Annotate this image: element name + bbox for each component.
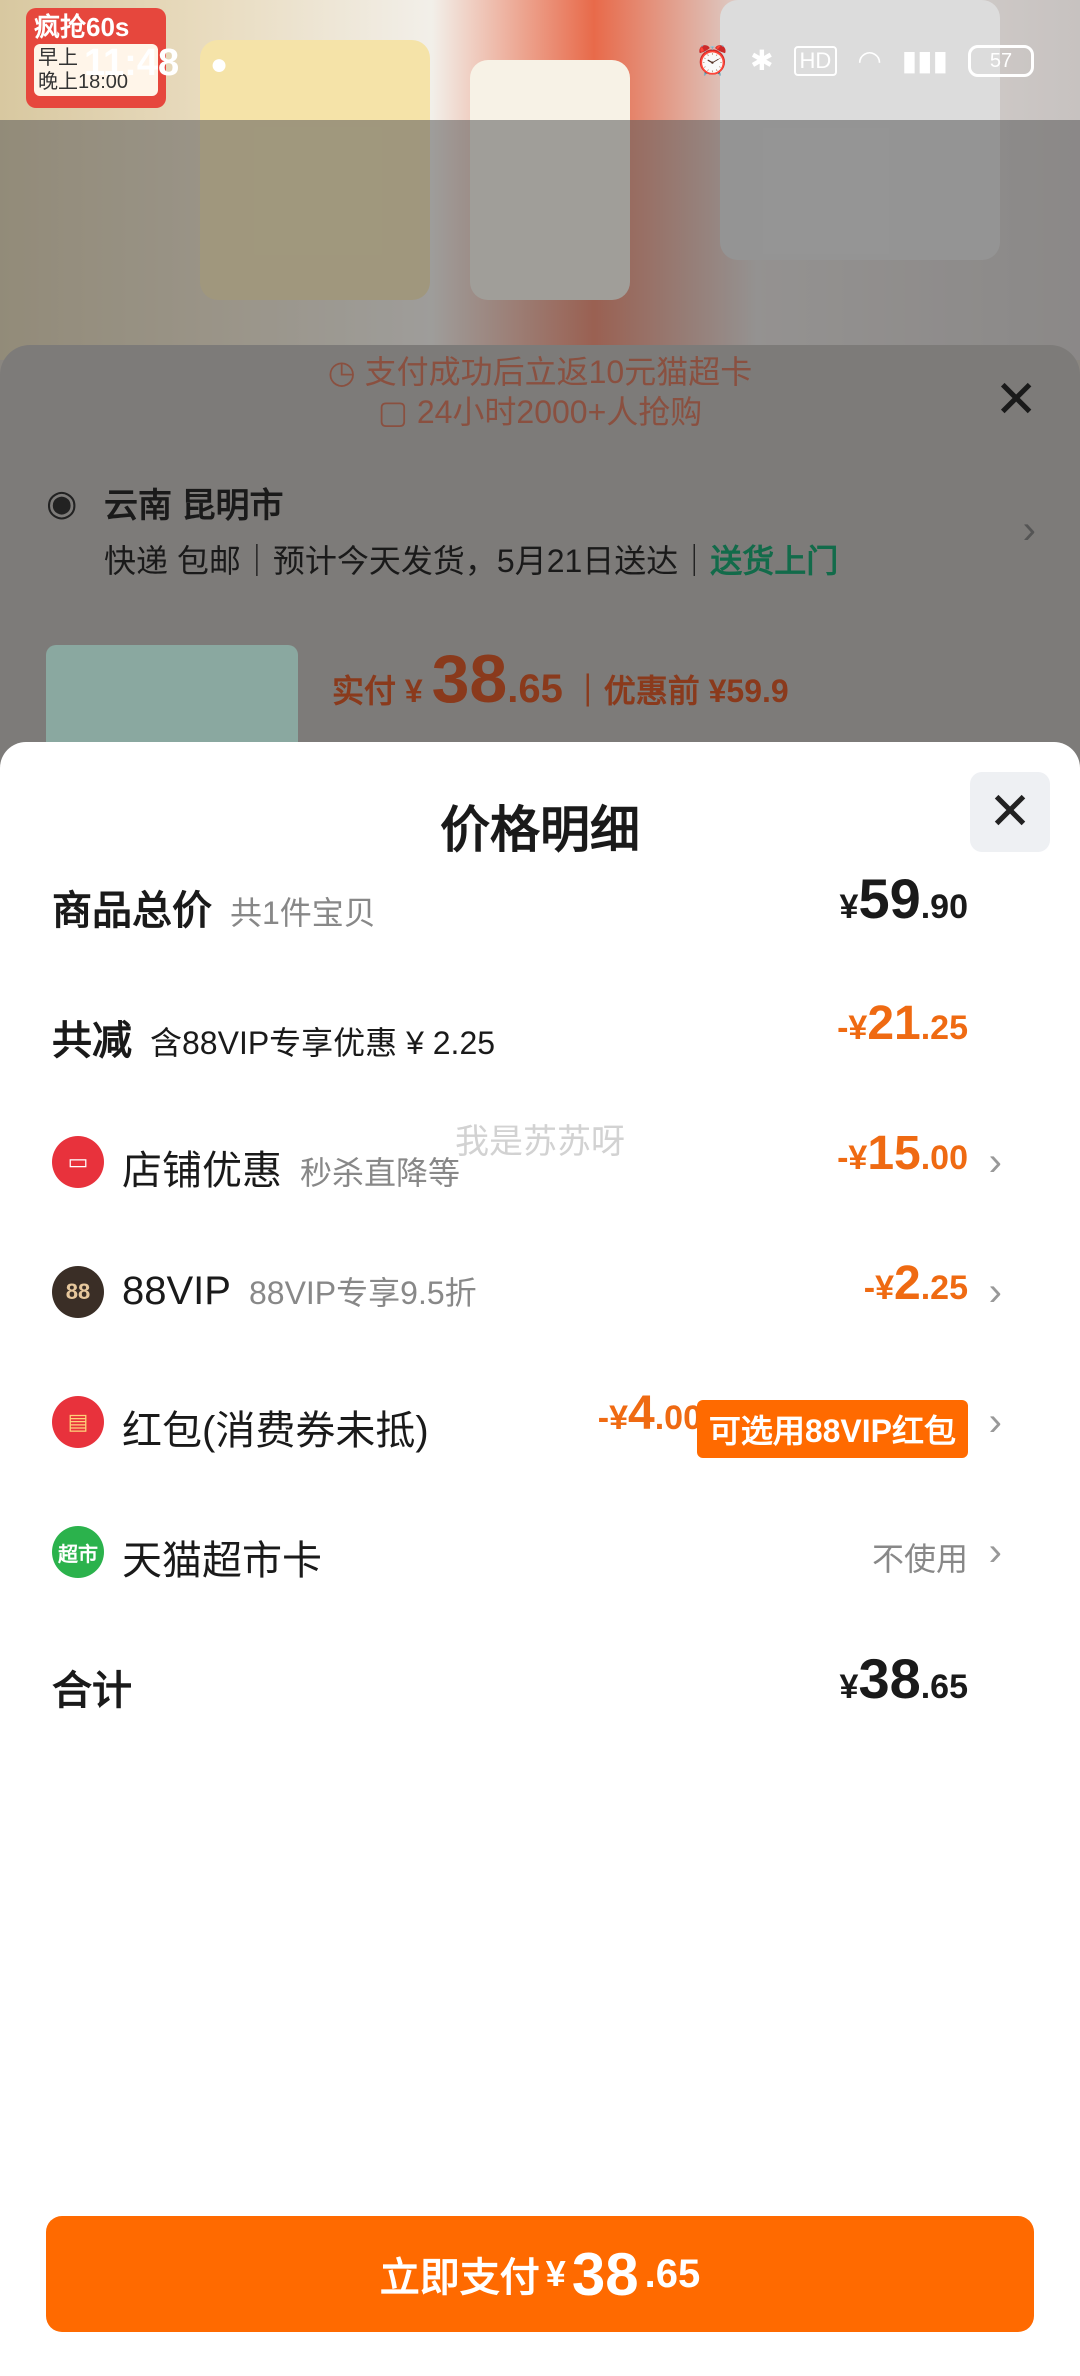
red-packet-icon: ▤ (52, 1396, 104, 1448)
paid-int: 38 (431, 641, 508, 717)
row-label-text: 天猫超市卡 (122, 1539, 322, 1583)
amount-int: 38 (858, 1647, 921, 1710)
bluetooth-icon: ✱ (750, 45, 774, 76)
row-label: 商品总价 共1件宝贝 (52, 878, 376, 936)
row-label-text: 店铺优惠 (122, 1149, 282, 1193)
currency: ¥ (839, 1668, 859, 1706)
close-icon[interactable]: ✕ (994, 370, 1038, 430)
row-amount: ¥59.90 (840, 866, 968, 931)
clock-icon: ◷ (327, 354, 365, 390)
vip-red-packet-badge[interactable]: 可选用88VIP红包 (696, 1400, 968, 1458)
card-status: 不使用 (871, 1541, 968, 1577)
amount-int: 15 (867, 1127, 921, 1180)
amount-int: 21 (867, 997, 921, 1050)
chevron-right-icon: › (1022, 508, 1036, 552)
paid-label: 实付 (332, 673, 397, 709)
row-label-text: 共减 (52, 1019, 132, 1063)
row-sub: 88VIP专享9.5折 (248, 1275, 477, 1311)
currency: -¥ (597, 1399, 629, 1437)
pay-button-int: 38 (571, 2240, 639, 2308)
amount-dec: .25 (920, 1009, 968, 1047)
chevron-right-icon: › (988, 1530, 1002, 1574)
wechat-icon: ● (210, 48, 229, 81)
paid-currency: ¥ (404, 673, 423, 709)
row-label-text: 商品总价 (52, 889, 212, 933)
amount-dec: .00 (920, 1139, 968, 1177)
row-amount: -¥4.00 (598, 1386, 702, 1441)
row-sub: 共1件宝贝 (230, 895, 376, 931)
delivery-door-label: 送货上门 (710, 543, 839, 579)
pay-button-label: 立即支付 (379, 2256, 540, 2300)
row-label-text: 88VIP (122, 1269, 231, 1313)
cashback-banner: ◷ 支付成功后立返10元猫超卡 ▢ 24小时2000+人抢购 (0, 352, 1080, 432)
chevron-right-icon: › (988, 1140, 1002, 1184)
row-red-packet[interactable]: ▤ 红包(消费券未抵) -¥4.00 可选用88VIP红包 › (52, 1386, 1002, 1466)
price-detail-sheet: 价格明细 ✕ 我是苏苏呀 商品总价 共1件宝贝 ¥59.90 共减 含88VIP专享… (0, 742, 1080, 2376)
clock: 11:48 (84, 42, 180, 84)
row-label-text: 红包(消费券未抵) (122, 1409, 429, 1453)
status-bar: 疯抢60s 早上 晚上18:00 11:48 ● ⏰ ✱ HD ◠ ▮▮▮ 57 (0, 0, 1080, 120)
close-button[interactable]: ✕ (970, 772, 1050, 852)
vip-88-icon: 88 (52, 1266, 104, 1318)
battery-icon: 57 (968, 44, 1034, 77)
chevron-right-icon: › (988, 1270, 1002, 1314)
supermarket-card-icon: 超市 (52, 1526, 104, 1578)
amount-dec: .65 (920, 1668, 968, 1706)
row-supermarket-card[interactable]: 超市 天猫超市卡 不使用 › (52, 1516, 1002, 1596)
delivery-info: 快递 包邮｜预计今天发货，5月21日送达｜送货上门 (104, 536, 838, 582)
row-amount: -¥15.00 (837, 1126, 968, 1181)
dim-overlay[interactable] (0, 120, 1080, 360)
sheet-title: 价格明细 (440, 802, 640, 858)
promo-title: 疯抢60s (34, 12, 130, 42)
paid-dec: .65 (507, 667, 563, 711)
hd-icon: HD (793, 45, 838, 76)
row-store-discount[interactable]: ▭ 店铺优惠 秒杀直降等 -¥15.00 › (52, 1126, 1002, 1206)
signal-icon: ▮▮▮ (901, 45, 948, 76)
bag-icon: ▢ (377, 394, 417, 430)
row-sub: 含88VIP专享优惠 ¥ 2.25 (150, 1025, 496, 1061)
amount-dec: .00 (654, 1399, 702, 1437)
currency: -¥ (837, 1009, 868, 1047)
location-pin-icon: ◉ (46, 482, 78, 523)
row-sub: 秒杀直降等 (300, 1155, 461, 1191)
close-icon: ✕ (988, 783, 1032, 841)
paid-amount-summary: 实付 ¥ 38.65 ｜优惠前 ¥59.9 (332, 640, 789, 718)
amount-int: 4 (628, 1387, 655, 1440)
pay-button-currency: ¥ (545, 2253, 566, 2294)
currency: -¥ (837, 1139, 868, 1177)
wifi-icon: ◠ (857, 45, 882, 76)
amount-int: 2 (894, 1257, 921, 1310)
store-icon: ▭ (52, 1136, 104, 1188)
amount-int: 59 (858, 867, 921, 930)
before-discount-label: ｜优惠前 ¥59.9 (571, 673, 789, 709)
row-item-total: 商品总价 共1件宝贝 ¥59.90 (52, 866, 1002, 946)
amount-dec: .25 (920, 1269, 968, 1307)
currency: ¥ (839, 888, 859, 926)
delivery-text: 快递 包邮｜预计今天发货，5月21日送达｜ (104, 543, 711, 579)
address-city: 云南 昆明市 (104, 487, 284, 525)
alarm-icon: ⏰ (695, 45, 731, 76)
pay-now-button[interactable]: 立即支付 ¥38.65 (46, 2216, 1034, 2332)
chevron-right-icon: › (988, 1400, 1002, 1444)
amount-dec: .90 (920, 888, 968, 926)
row-amount: -¥2.25 (864, 1256, 968, 1311)
row-total-discount: 共减 含88VIP专享优惠 ¥ 2.25 -¥21.25 (52, 996, 1002, 1076)
currency: -¥ (863, 1269, 895, 1307)
row-amount: ¥38.65 (840, 1646, 968, 1711)
row-88vip[interactable]: 88 88VIP 88VIP专享9.5折 -¥2.25 › (52, 1256, 1002, 1336)
popularity-text: 24小时2000+人抢购 (416, 394, 703, 430)
row-label-text: 合计 (52, 1669, 132, 1713)
cashback-text: 支付成功后立返10元猫超卡 (364, 354, 753, 390)
row-amount: -¥21.25 (837, 996, 968, 1051)
row-grand-total: 合计 ¥38.65 (52, 1646, 1002, 1726)
pay-button-dec: .65 (644, 2251, 701, 2296)
